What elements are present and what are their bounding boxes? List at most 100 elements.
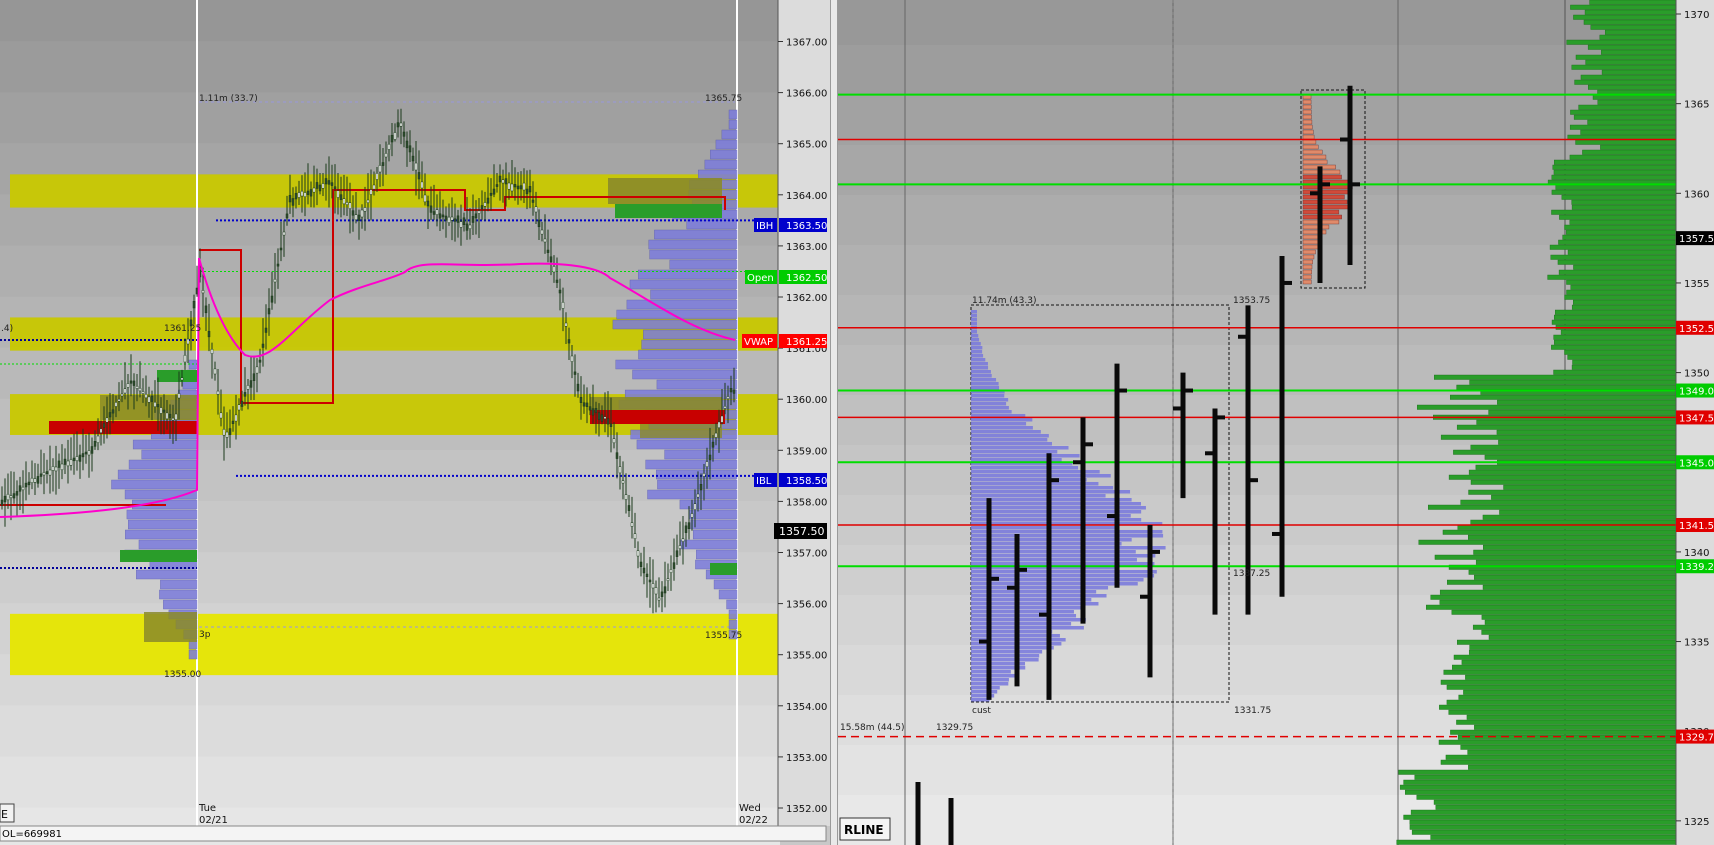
session-profile-row	[971, 542, 1122, 546]
candle-body	[702, 473, 706, 477]
candle-body	[30, 477, 34, 483]
candle-body	[528, 186, 532, 193]
candle-body	[132, 380, 136, 386]
composite-profile-row	[1411, 829, 1677, 835]
candle-body	[426, 200, 430, 207]
composite-profile-row	[1398, 769, 1677, 775]
candle-body	[228, 428, 232, 435]
volume-profile-row	[638, 349, 738, 360]
session-profile-row	[971, 650, 1043, 654]
composite-profile-row	[1447, 579, 1677, 585]
candle-body	[537, 219, 541, 228]
candle-body	[687, 522, 691, 529]
candle-body	[561, 301, 565, 309]
candle-body	[642, 567, 646, 574]
candle-body	[450, 216, 454, 221]
volume-profile-row	[654, 229, 738, 240]
session-profile-row	[971, 330, 977, 334]
ibh-value-text: 1363.50	[786, 221, 827, 232]
composite-profile-row	[1570, 4, 1677, 10]
candle-body	[534, 206, 538, 213]
candle-body	[645, 573, 649, 578]
background-band	[838, 145, 1678, 196]
volume-profile-row	[713, 579, 738, 590]
candle-body	[459, 221, 463, 228]
session-profile-row	[971, 674, 1019, 678]
candle-body	[279, 247, 283, 251]
candle-body	[54, 466, 58, 472]
session-profile-row	[971, 366, 989, 370]
open-tag-text: Open	[747, 273, 774, 284]
candle-body	[414, 162, 418, 171]
pane-splitter[interactable]	[830, 0, 838, 845]
candle-body	[93, 441, 97, 447]
composite-profile-row	[1468, 469, 1677, 475]
session-profile-row	[971, 454, 1080, 458]
composite-profile-row	[1561, 194, 1677, 200]
volume-profile-row	[125, 529, 198, 540]
composite-profile-row	[1551, 344, 1677, 350]
candle-body	[36, 476, 40, 484]
vwap-price-tag: VWAP 1361.25	[742, 334, 827, 348]
candle-body	[18, 485, 22, 492]
composite-profile-row	[1465, 674, 1677, 680]
composite-profile-row	[1560, 329, 1677, 335]
composite-profile-row	[1460, 744, 1677, 750]
composite-profile-row	[1580, 74, 1677, 80]
intraday-chart-pane[interactable]: 1.11m (33.7) 1365.75 1355.75 1361.25 135…	[0, 0, 830, 845]
session-profile-row	[971, 506, 1146, 510]
candle-body	[705, 461, 709, 467]
volume-profile-chart[interactable]: 11.74m (43.3) 1353.75 1337.25 1331.75 cu…	[838, 0, 1714, 845]
background-band	[838, 0, 1678, 46]
candle-body	[507, 182, 511, 190]
volume-status-text: OL=669981	[2, 829, 62, 840]
price-tick-label: 1354.00	[786, 702, 827, 713]
candle-body	[417, 172, 421, 180]
session-profile-row	[971, 610, 1074, 614]
session-profile-row	[971, 382, 999, 386]
candle-body	[663, 586, 667, 594]
composite-profile-row	[1552, 164, 1677, 170]
candle-body	[660, 591, 664, 597]
composite-profile-row	[1451, 609, 1677, 615]
price-tick-label: 1353.00	[786, 753, 827, 764]
composite-profile-row	[1440, 759, 1677, 765]
candle-body	[201, 290, 205, 294]
candle-body	[171, 417, 175, 421]
ibl-price-tag: IBL 1358.50	[754, 473, 827, 487]
candle-body	[540, 229, 544, 235]
candle-body	[558, 289, 562, 294]
candle-body	[711, 441, 715, 448]
corner-button-label: E	[1, 808, 8, 821]
candle-body	[249, 380, 253, 388]
candle-body	[174, 413, 178, 420]
composite-profile-row	[1601, 69, 1677, 75]
candle-body	[465, 223, 469, 231]
session-profile-row	[971, 530, 1163, 534]
profile-chart-pane[interactable]: 11.74m (43.3) 1353.75 1337.25 1331.75 cu…	[838, 0, 1714, 845]
intraday-candlestick-chart[interactable]: 1.11m (33.7) 1365.75 1355.75 1361.25 135…	[0, 0, 830, 845]
session-profile-row	[971, 346, 983, 350]
candle-body	[57, 460, 61, 468]
candle-body	[327, 180, 331, 185]
session-profile-row	[971, 582, 1138, 586]
profile-highlight	[590, 397, 722, 411]
session-profile-row	[1302, 104, 1312, 110]
candle-body	[384, 153, 388, 158]
background-band	[0, 92, 780, 145]
price-tick-label: 1340	[1684, 548, 1709, 559]
candle-body	[216, 390, 220, 395]
candle-body	[366, 199, 370, 203]
price-tick-label: 1355.00	[786, 651, 827, 662]
session-profile-row	[1302, 254, 1315, 260]
profile-name-label: cust	[972, 706, 991, 716]
composite-profile-row	[1469, 379, 1677, 385]
volume-profile-row	[128, 459, 198, 470]
session-profile-row	[1302, 134, 1315, 140]
composite-profile-row	[1453, 654, 1677, 660]
session-profile-row	[971, 546, 1166, 550]
candle-body	[282, 231, 286, 236]
composite-profile-row	[1399, 784, 1677, 790]
candle-body	[192, 301, 196, 309]
composite-profile-row	[1474, 724, 1677, 730]
